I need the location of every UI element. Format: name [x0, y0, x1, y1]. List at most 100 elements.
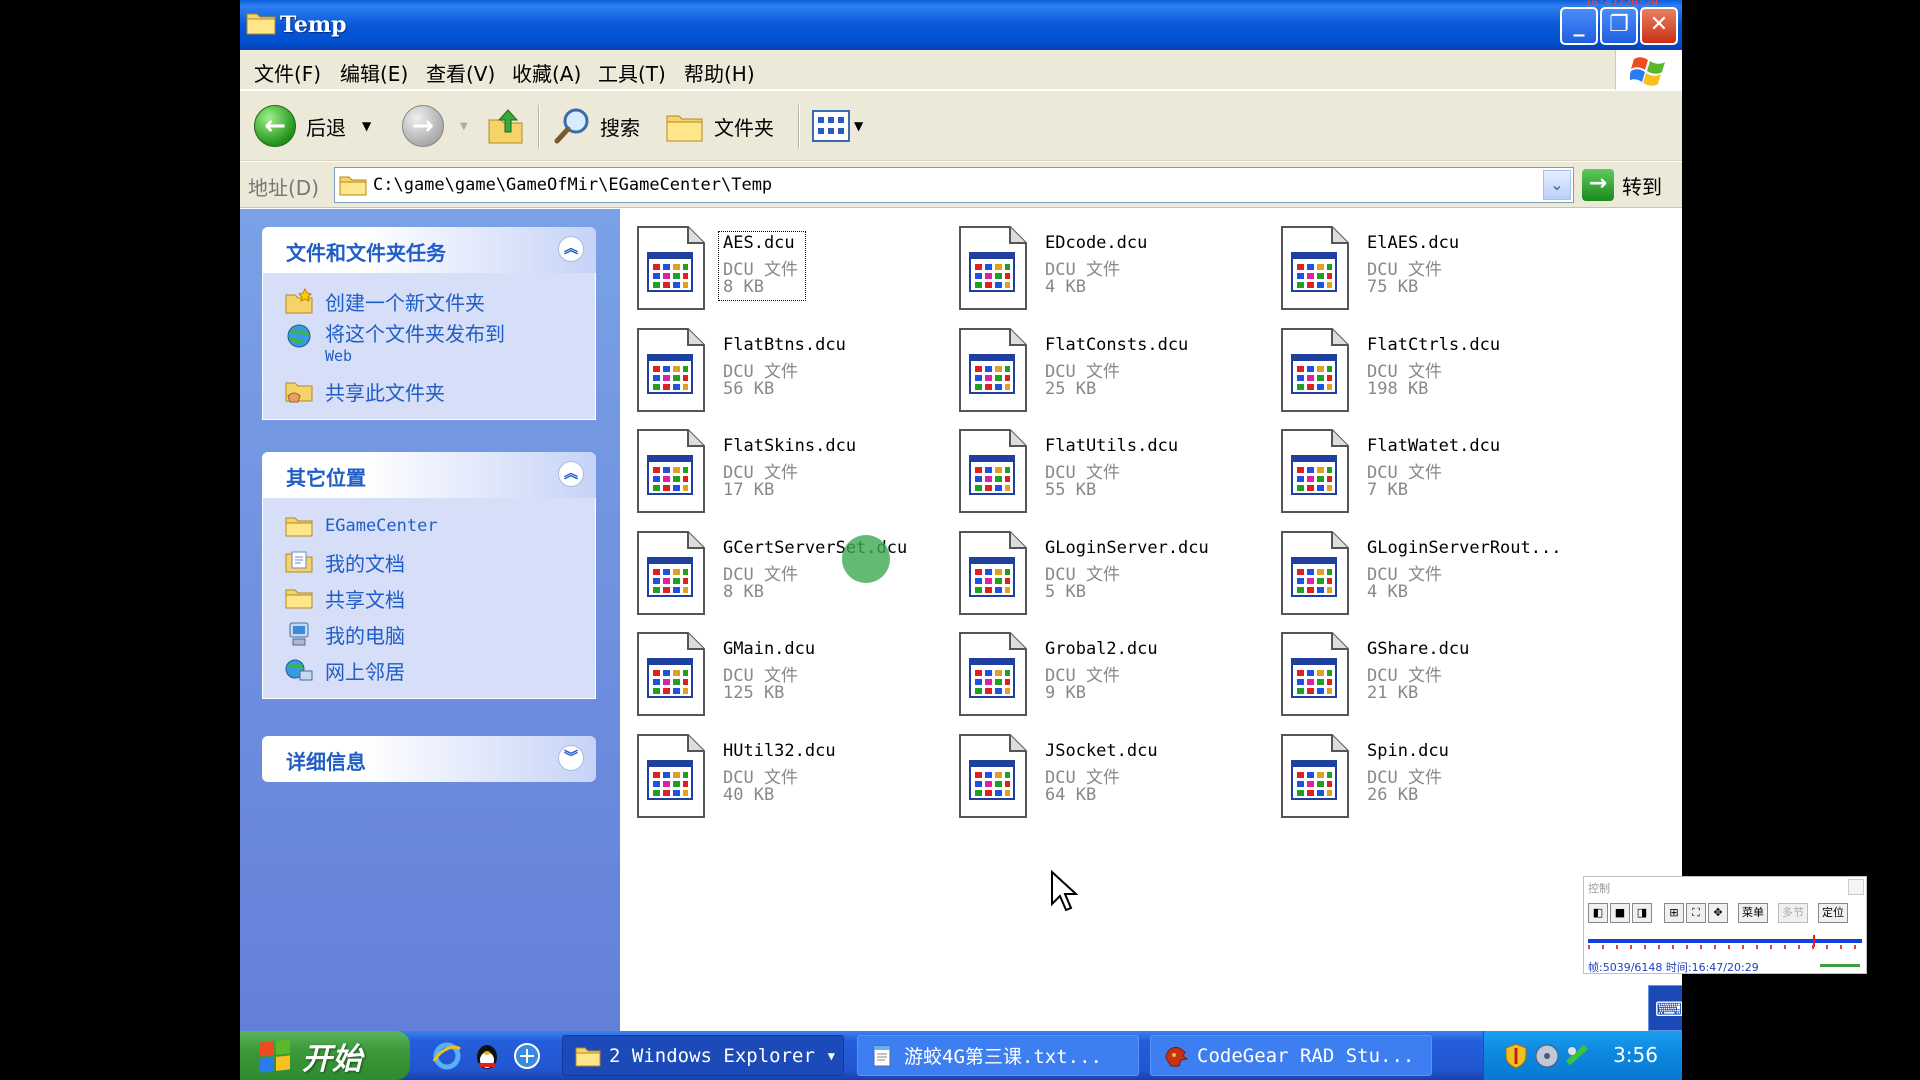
close-button[interactable]: ✕ — [1640, 7, 1678, 45]
forward-button[interactable]: → ▼ — [402, 103, 468, 149]
disc-icon[interactable] — [1534, 1043, 1560, 1069]
restore-button[interactable]: ❐ — [1600, 7, 1638, 45]
place-label: 我的电脑 — [325, 623, 405, 648]
file-name: EDcode.dcu — [1045, 233, 1148, 253]
collapse-icon[interactable]: ︽ — [558, 236, 584, 262]
file-name: Spin.dcu — [1367, 740, 1449, 761]
menu-view[interactable]: 查看(V) — [426, 58, 495, 87]
ime-toolbar: ⌨ ? ▼ — [1648, 985, 1682, 1031]
keyboard-icon[interactable]: ⌨ — [1655, 995, 1682, 1023]
panel-header[interactable]: 文件和文件夹任务 ︽ — [262, 227, 596, 273]
window-title: Temp — [280, 12, 347, 38]
browser-icon[interactable] — [512, 1041, 542, 1071]
qq-penguin-icon[interactable] — [472, 1041, 502, 1071]
file-item[interactable]: GShare.dcu DCU 文件 21 KB — [1264, 623, 1584, 719]
task-share-folder[interactable]: 共享此文件夹 — [263, 373, 595, 409]
folder-icon — [339, 176, 367, 196]
file-item[interactable]: AES.dcu DCU 文件 8 KB — [620, 217, 940, 313]
file-item[interactable]: FlatBtns.dcu DCU 文件 56 KB — [620, 319, 940, 415]
dcu-file-icon — [959, 226, 1027, 310]
place-my-documents[interactable]: 我的文档 — [263, 544, 595, 580]
chevron-down-icon[interactable]: ▼ — [362, 119, 371, 133]
file-item[interactable]: ElAES.dcu DCU 文件 75 KB — [1264, 217, 1584, 313]
dcu-file-icon — [637, 632, 705, 716]
close-icon[interactable] — [1848, 879, 1864, 895]
codegear-helmet-icon — [1165, 1046, 1189, 1066]
menu-tools[interactable]: 工具(T) — [598, 58, 666, 87]
file-name: AES.dcu — [723, 233, 795, 253]
network-tray-icon[interactable] — [1564, 1043, 1590, 1069]
place-network[interactable]: 网上邻居 — [263, 652, 595, 688]
address-dropdown-button[interactable]: ⌄ — [1543, 170, 1571, 200]
ie-icon[interactable] — [432, 1041, 462, 1071]
panel-title: 文件和文件夹任务 — [286, 241, 446, 265]
file-item[interactable]: JSocket.dcu DCU 文件 64 KB — [942, 725, 1262, 821]
up-folder-button[interactable] — [486, 103, 526, 149]
panel-title: 控制 — [1588, 882, 1610, 895]
file-item[interactable]: GLoginServerRout... DCU 文件 4 KB — [1264, 522, 1584, 618]
file-item[interactable]: EDcode.dcu DCU 文件 4 KB — [942, 217, 1262, 313]
address-bar: 地址(D) C:\game\game\GameOfMir\EGameCenter… — [240, 162, 1682, 208]
menu-edit[interactable]: 编辑(E) — [340, 58, 408, 87]
collapse-icon[interactable]: ︽ — [558, 461, 584, 487]
panel-header[interactable]: 其它位置 ︽ — [262, 452, 596, 498]
search-button[interactable]: 搜索 — [552, 103, 640, 149]
place-my-computer[interactable]: 我的电脑 — [263, 616, 595, 652]
title-bar[interactable]: Temp 16:47/20:29 _ ❐ ✕ — [240, 0, 1682, 50]
menu-favorites[interactable]: 收藏(A) — [512, 58, 581, 87]
task-label: 共享此文件夹 — [325, 380, 445, 405]
file-size: 75 KB — [1367, 277, 1419, 297]
file-item[interactable]: FlatUtils.dcu DCU 文件 55 KB — [942, 420, 1262, 516]
prev-frame-button[interactable]: ◧ — [1588, 903, 1608, 923]
file-item[interactable]: GCertServerSet.dcu DCU 文件 8 KB — [620, 522, 940, 618]
file-tasks-panel: 文件和文件夹任务 ︽ 创建一个新文件夹 将这个文件夹发布到 Web 共享此文件夹 — [262, 227, 596, 420]
file-size: 25 KB — [1045, 378, 1097, 399]
task-publish-web[interactable]: 将这个文件夹发布到 Web — [263, 319, 595, 373]
volume-slider[interactable] — [1820, 964, 1860, 967]
menu-button[interactable]: 菜单 — [1738, 903, 1768, 923]
menu-help[interactable]: 帮助(H) — [684, 58, 755, 87]
panel-header[interactable]: 详细信息 ︾ — [262, 736, 596, 782]
task-windows-explorer[interactable]: 2 Windows Explorer ▼ — [562, 1035, 844, 1076]
file-item[interactable]: FlatCtrls.dcu DCU 文件 198 KB — [1264, 319, 1584, 415]
file-item[interactable]: FlatConsts.dcu DCU 文件 25 KB — [942, 319, 1262, 415]
go-button[interactable]: → 转到 — [1582, 168, 1662, 202]
place-shared-documents[interactable]: 共享文档 — [263, 580, 595, 616]
back-button[interactable]: ← 后退 ▼ — [254, 103, 371, 149]
file-item[interactable]: FlatSkins.dcu DCU 文件 17 KB — [620, 420, 940, 516]
back-label: 后退 — [306, 115, 346, 140]
task-notepad[interactable]: 游蛟4G第三课.txt... — [857, 1035, 1139, 1076]
security-shield-icon[interactable] — [1504, 1043, 1528, 1069]
stop-button[interactable]: ■ — [1610, 903, 1630, 923]
start-button[interactable]: 开始 — [240, 1031, 410, 1080]
minimize-button[interactable]: _ — [1560, 7, 1598, 45]
locate-button[interactable]: 定位 — [1818, 903, 1848, 923]
search-icon — [554, 108, 589, 144]
frame-status: 帧:5039/6148 时间:16:47/20:29 — [1588, 961, 1759, 974]
file-item[interactable]: HUtil32.dcu DCU 文件 40 KB — [620, 725, 940, 821]
task-label: CodeGear RAD Stu... — [1197, 1044, 1415, 1067]
file-item[interactable]: GMain.dcu DCU 文件 125 KB — [620, 623, 940, 719]
fullscreen-button[interactable]: ⛶ — [1686, 903, 1706, 923]
file-item[interactable]: Grobal2.dcu DCU 文件 9 KB — [942, 623, 1262, 719]
place-egamecenter[interactable]: EGameCenter — [263, 508, 595, 544]
explorer-window: Temp 16:47/20:29 _ ❐ ✕ 文件(F) 编辑(E) 查看(V)… — [240, 0, 1682, 1080]
file-item[interactable]: FlatWatet.dcu DCU 文件 7 KB — [1264, 420, 1584, 516]
task-new-folder[interactable]: 创建一个新文件夹 — [263, 283, 595, 319]
other-places-panel: 其它位置 ︽ EGameCenter 我的文档 共享文档 我的电脑 网上邻居 — [262, 452, 596, 699]
file-item[interactable]: Spin.dcu DCU 文件 26 KB — [1264, 725, 1584, 821]
folders-button[interactable]: 文件夹 — [664, 103, 774, 149]
address-input[interactable]: C:\game\game\GameOfMir\EGameCenter\Temp … — [334, 167, 1574, 203]
toolbar: ← 后退 ▼ → ▼ 搜索 文件夹 ▼ — [240, 91, 1682, 161]
menu-file[interactable]: 文件(F) — [254, 58, 321, 87]
file-item[interactable]: GLoginServer.dcu DCU 文件 5 KB — [942, 522, 1262, 618]
next-frame-button[interactable]: ◨ — [1632, 903, 1652, 923]
file-list: AES.dcu DCU 文件 8 KB EDcode.dcu DCU 文件 4 KB ElA… — [620, 209, 1682, 1031]
expand-icon[interactable]: ︾ — [558, 745, 584, 771]
task-codegear[interactable]: CodeGear RAD Stu... — [1150, 1035, 1432, 1076]
views-button[interactable]: ▼ — [812, 103, 863, 149]
file-size: 17 KB — [723, 480, 775, 500]
progress-track[interactable] — [1588, 935, 1862, 947]
fit-button[interactable]: ⊞ — [1664, 903, 1684, 923]
cursor-button[interactable]: ✥ — [1708, 903, 1728, 923]
